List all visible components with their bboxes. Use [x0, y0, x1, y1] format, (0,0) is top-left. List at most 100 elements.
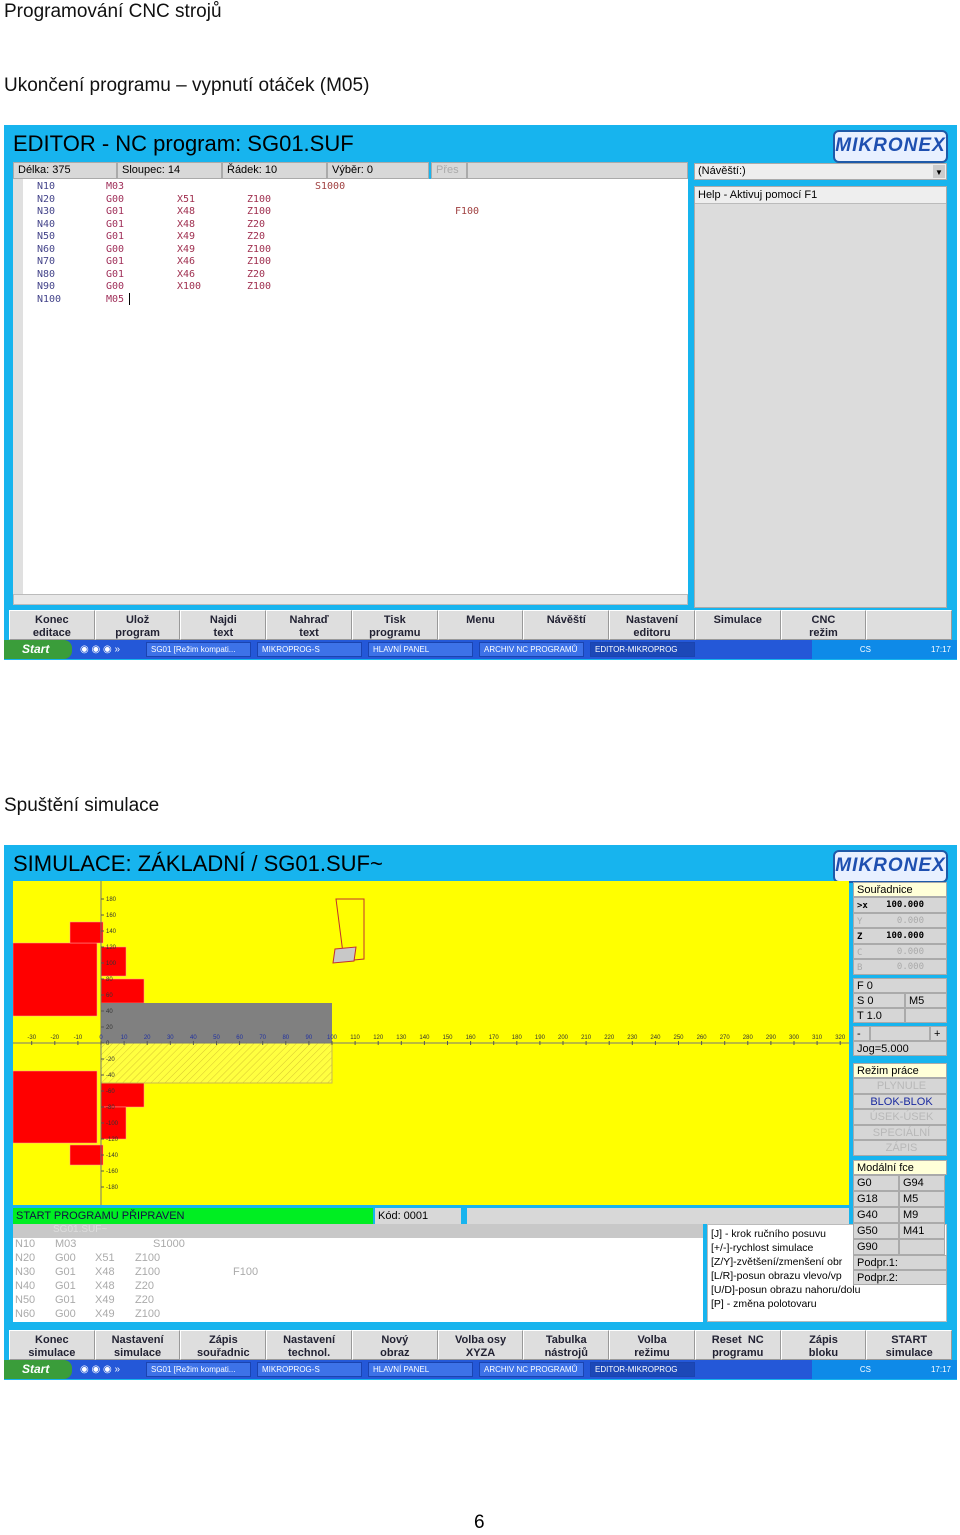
function-button[interactable]: Návěští [523, 610, 610, 640]
page-header: Programování CNC strojů [4, 1, 222, 22]
label-dropdown[interactable]: (Návěští:) ▼ [694, 163, 947, 180]
code-editor[interactable]: N10 M03 S1000 N20 G00 X51 Z100 N30 G01 X48 Z100 F10… [13, 179, 688, 595]
y-tick-label: 160 [106, 913, 117, 919]
code-token: Z100 [247, 281, 272, 292]
function-button[interactable]: Nastavení technol. [266, 1330, 352, 1360]
y-tick-label: -80 [106, 1105, 115, 1111]
axis-label: B [857, 963, 863, 973]
help-text: Help - Aktivuj pomocí F1 [695, 187, 946, 204]
taskbar-item[interactable]: EDITOR-MIKROPROG [590, 642, 695, 657]
modal-code: G90 [853, 1239, 899, 1255]
code-token: N40 [15, 1280, 36, 1292]
mode-option[interactable]: ZÁPIS [853, 1140, 947, 1156]
horizontal-scrollbar[interactable] [13, 594, 688, 605]
y-tick-label: 20 [106, 1025, 113, 1031]
code-token: G00 [106, 243, 125, 255]
taskbar-item[interactable]: HLAVNÍ PANEL [368, 1362, 473, 1377]
code-token: X49 [95, 1294, 115, 1306]
y-tick-label: 100 [106, 961, 117, 967]
y-tick-label: 40 [106, 1009, 113, 1015]
jog-minus-button[interactable]: - [853, 1026, 870, 1041]
x-tick-label: 180 [512, 1035, 523, 1041]
language-indicator[interactable]: CS [860, 1365, 871, 1374]
code-token: G00 [106, 193, 125, 205]
taskbar-item[interactable]: EDITOR-MIKROPROG [590, 1362, 695, 1377]
jog-plus-button[interactable]: + [930, 1026, 947, 1041]
function-button[interactable]: Simulace [694, 610, 781, 640]
function-button[interactable]: Volba osy XYZA [437, 1330, 524, 1360]
x-tick-label: 190 [535, 1035, 546, 1041]
start-button[interactable]: Start [4, 640, 72, 659]
x-tick-label: 160 [466, 1035, 477, 1041]
code-token: G01 [55, 1266, 76, 1278]
function-button[interactable]: Zápis bloku [780, 1330, 867, 1360]
function-button[interactable]: Nastavení simulace [94, 1330, 181, 1360]
mode-option[interactable]: SPECIÁLNÍ [853, 1124, 947, 1140]
text-cursor [129, 293, 130, 305]
function-button[interactable]: Nový obraz [351, 1330, 438, 1360]
function-button[interactable]: Nahraď text [266, 610, 352, 640]
function-button[interactable] [866, 610, 953, 640]
file-label: SG01.SUF~ [13, 1224, 703, 1238]
code-token: S1000 [153, 1238, 185, 1250]
key-help-item: [U/D]-posun obrazu nahoru/dolu [711, 1284, 861, 1296]
clock: 17:17 [930, 645, 951, 654]
language-indicator[interactable]: CS [860, 645, 871, 654]
function-button[interactable]: Reset NC programu [694, 1330, 781, 1360]
subprogram-1: Podpr.1: [853, 1255, 947, 1270]
function-button[interactable]: Volba režimu [609, 1330, 695, 1360]
quick-launch-icons[interactable]: ◉ ◉ ◉ » [80, 1364, 140, 1375]
code-token: N30 [15, 1266, 36, 1278]
axis-value: 0.000 [896, 915, 924, 926]
x-tick-label: 20 [144, 1035, 151, 1041]
mode-option[interactable]: ÚSEK-ÚSEK [853, 1109, 947, 1125]
code-token: X48 [95, 1280, 115, 1292]
taskbar-item[interactable]: ARCHIV NC PROGRAMŮ [479, 642, 584, 657]
y-tick-label: -180 [106, 1185, 119, 1191]
function-button[interactable]: Zápis souřadnic [180, 1330, 267, 1360]
taskbar-item[interactable]: MIKROPROG-S [257, 1362, 362, 1377]
code-token: X48 [95, 1266, 115, 1278]
code-token: G01 [106, 268, 125, 280]
taskbar-item[interactable]: SG01 [Režim kompati... [146, 642, 251, 657]
taskbar-item[interactable]: HLAVNÍ PANEL [368, 642, 473, 657]
function-button[interactable]: Nastavení editoru [609, 610, 695, 640]
clock: 17:17 [930, 1365, 951, 1374]
jog-value: Jog=5.000 [853, 1041, 947, 1056]
coord-row: C 0.000 [853, 943, 947, 959]
function-button[interactable]: Konec editace [9, 610, 95, 640]
code-token: G00 [106, 281, 125, 292]
function-button[interactable]: Najdi text [180, 610, 267, 640]
function-button[interactable]: CNC režim [780, 610, 867, 640]
quick-launch-icons[interactable]: ◉ ◉ ◉ » [80, 644, 140, 655]
function-button[interactable]: Tisk programu [351, 610, 438, 640]
chevron-down-icon[interactable]: ▼ [933, 165, 945, 178]
code-token: Z20 [247, 218, 266, 230]
function-button[interactable]: START simulace [866, 1330, 953, 1360]
code-token: G01 [106, 206, 125, 217]
program-listing: SG01.SUF~ N10 M03 S1000 N20 G00 X51 Z100 N30 G01… [13, 1224, 703, 1322]
x-tick-label: 270 [720, 1035, 731, 1041]
spindle-value: S 0 [853, 993, 905, 1008]
taskbar-item[interactable]: ARCHIV NC PROGRAMŮ [479, 1362, 584, 1377]
code-token: Z20 [135, 1280, 154, 1292]
start-button[interactable]: Start [4, 1360, 72, 1379]
taskbar-item[interactable]: MIKROPROG-S [257, 642, 362, 657]
function-button[interactable]: Ulož program [94, 610, 181, 640]
code-token: Z20 [247, 231, 266, 242]
x-tick-label: 60 [236, 1035, 243, 1041]
function-button[interactable]: Menu [437, 610, 524, 640]
mode-option[interactable]: PLYNULE [853, 1078, 947, 1094]
help-panel: Help - Aktivuj pomocí F1 [694, 186, 947, 608]
modal-code: G94 [899, 1175, 945, 1191]
function-button[interactable]: Konec simulace [9, 1330, 95, 1360]
code-token: X51 [177, 193, 196, 205]
axis-label: >x [857, 901, 868, 911]
taskbar-item[interactable]: SG01 [Režim kompati... [146, 1362, 251, 1377]
status-column: Sloupec: 14 [117, 162, 222, 179]
function-button[interactable]: Tabulka nástrojů [523, 1330, 610, 1360]
jog-slider[interactable] [870, 1026, 930, 1041]
simulation-view[interactable]: -30 -20 -10 0 10 20 30 40 50 60 70 80 90 100 110 120 130… [13, 881, 849, 1205]
mikronex-logo: MIKRONEX [833, 850, 948, 883]
mode-option[interactable]: BLOK-BLOK [853, 1093, 947, 1109]
